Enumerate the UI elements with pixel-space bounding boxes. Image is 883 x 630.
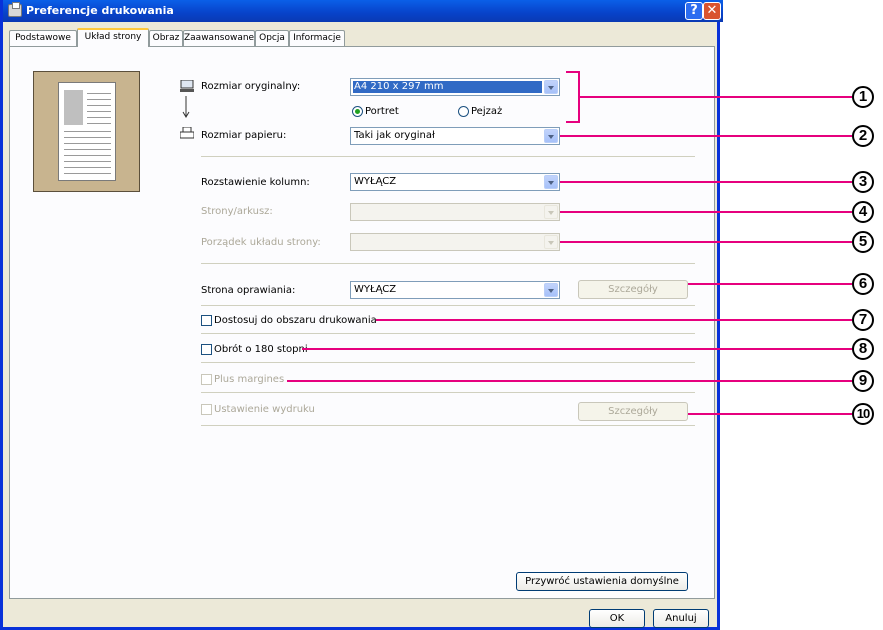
fit-print-area-checkbox[interactable]: [201, 315, 212, 326]
preview-line: [87, 93, 111, 94]
preview-line: [87, 111, 111, 112]
chevron-down-icon[interactable]: [544, 175, 558, 189]
tab-info[interactable]: Informacje: [289, 30, 345, 46]
portrait-radio[interactable]: [352, 106, 363, 117]
chevron-down-icon[interactable]: [544, 129, 558, 143]
original-size-value: A4 210 x 297 mm: [354, 81, 444, 92]
plus-margins-label: Plus margines: [214, 374, 285, 385]
callout-number: 4: [852, 201, 874, 223]
callout-line-4: [560, 211, 852, 213]
callout-line-10: [688, 413, 852, 415]
output-setting-label: Ustawienie wydruku: [214, 404, 315, 415]
paper-size-select[interactable]: Taki jak oryginał: [350, 127, 560, 145]
callout-number: 3: [852, 171, 874, 193]
column-label: Rozstawienie kolumn:: [201, 177, 310, 188]
callout-bracket: [566, 121, 580, 123]
plus-margins-checkbox[interactable]: [201, 374, 212, 385]
preview-line: [87, 105, 111, 106]
callout-line-9: [287, 380, 852, 382]
restore-defaults-button[interactable]: Przywróć ustawienia domyślne: [516, 572, 688, 591]
title-bar: Preferencje drukowania ? ✕: [3, 0, 723, 22]
original-size-label: Rozmiar oryginalny:: [201, 81, 301, 92]
help-button[interactable]: ?: [685, 2, 703, 20]
output-details-button[interactable]: Szczegóły: [578, 402, 688, 421]
callout-line-5: [560, 241, 852, 243]
preview-line: [64, 161, 111, 162]
separator: [201, 156, 695, 157]
callout-line-2: [560, 135, 852, 137]
monitor-icon: [180, 80, 194, 92]
rotate-180-label: Obrót o 180 stopni: [214, 344, 308, 355]
preview-line: [64, 131, 111, 132]
binding-details-button[interactable]: Szczegóły: [578, 280, 688, 299]
tab-basic[interactable]: Podstawowe: [9, 30, 77, 46]
preview-image-block: [64, 90, 83, 125]
chevron-down-icon[interactable]: [544, 80, 558, 94]
original-size-select[interactable]: A4 210 x 297 mm: [350, 78, 560, 96]
tab-option[interactable]: Opcja: [255, 30, 289, 46]
binding-label: Strona oprawiania:: [201, 285, 296, 296]
callout-number: 8: [852, 338, 874, 360]
printer-icon: [8, 2, 22, 17]
callout-line-7: [376, 319, 852, 321]
column-select[interactable]: WYŁĄCZ: [350, 173, 560, 191]
page-order-select[interactable]: [350, 233, 560, 251]
preview-line: [64, 173, 111, 174]
binding-select[interactable]: WYŁĄCZ: [350, 281, 560, 299]
landscape-label: Pejzaż: [471, 106, 503, 117]
callout-number: 9: [852, 370, 874, 392]
cancel-button[interactable]: Anuluj: [653, 609, 709, 628]
arrow-down-icon: [182, 96, 190, 118]
separator: [201, 425, 695, 426]
layout-preview: [33, 71, 140, 192]
rotate-180-checkbox[interactable]: [201, 344, 212, 355]
callout-number: 5: [852, 231, 874, 253]
paper-size-value: Taki jak oryginał: [354, 130, 435, 141]
tab-image[interactable]: Obraz: [149, 30, 183, 46]
output-setting-checkbox[interactable]: [201, 404, 212, 415]
landscape-radio[interactable]: [458, 106, 469, 117]
chevron-down-icon[interactable]: [544, 283, 558, 297]
separator: [201, 263, 695, 264]
tab-advanced[interactable]: Zaawansowane: [183, 30, 255, 46]
preview-line: [64, 167, 111, 168]
callout-line-6: [688, 283, 852, 285]
window-title: Preferencje drukowania: [26, 4, 174, 17]
separator: [201, 392, 695, 393]
preview-line: [64, 137, 111, 138]
column-value: WYŁĄCZ: [354, 176, 397, 187]
chevron-down-icon[interactable]: [544, 235, 558, 249]
pages-per-sheet-label: Strony/arkusz:: [201, 206, 273, 217]
preview-line: [64, 143, 111, 144]
pages-per-sheet-select[interactable]: [350, 203, 560, 221]
callout-bracket: [566, 71, 580, 73]
preview-line: [87, 117, 111, 118]
portrait-label: Portret: [365, 106, 399, 117]
separator: [201, 333, 695, 334]
preview-page: [58, 82, 116, 181]
page-order-label: Porządek układu strony:: [201, 237, 321, 248]
printer-icon: [180, 127, 194, 139]
separator: [201, 362, 695, 363]
tab-layout[interactable]: Układ strony: [77, 28, 149, 47]
preview-line: [64, 155, 111, 156]
ok-button[interactable]: OK: [589, 609, 645, 628]
binding-value: WYŁĄCZ: [354, 284, 397, 295]
preview-line: [64, 149, 111, 150]
callout-line-1: [578, 96, 852, 98]
chevron-down-icon[interactable]: [544, 205, 558, 219]
callout-number: 1: [852, 86, 874, 108]
fit-print-area-label: Dostosuj do obszaru drukowania: [214, 315, 377, 326]
callout-line-3: [560, 181, 852, 183]
callout-number: 2: [852, 125, 874, 147]
callout-number: 10: [852, 403, 874, 425]
preview-line: [87, 99, 111, 100]
callout-number: 7: [852, 309, 874, 331]
separator: [201, 305, 695, 306]
paper-size-label: Rozmiar papieru:: [201, 130, 287, 141]
callout-line-8: [302, 348, 852, 350]
preview-line: [87, 123, 111, 124]
callout-number: 6: [852, 273, 874, 295]
close-button[interactable]: ✕: [703, 2, 721, 20]
